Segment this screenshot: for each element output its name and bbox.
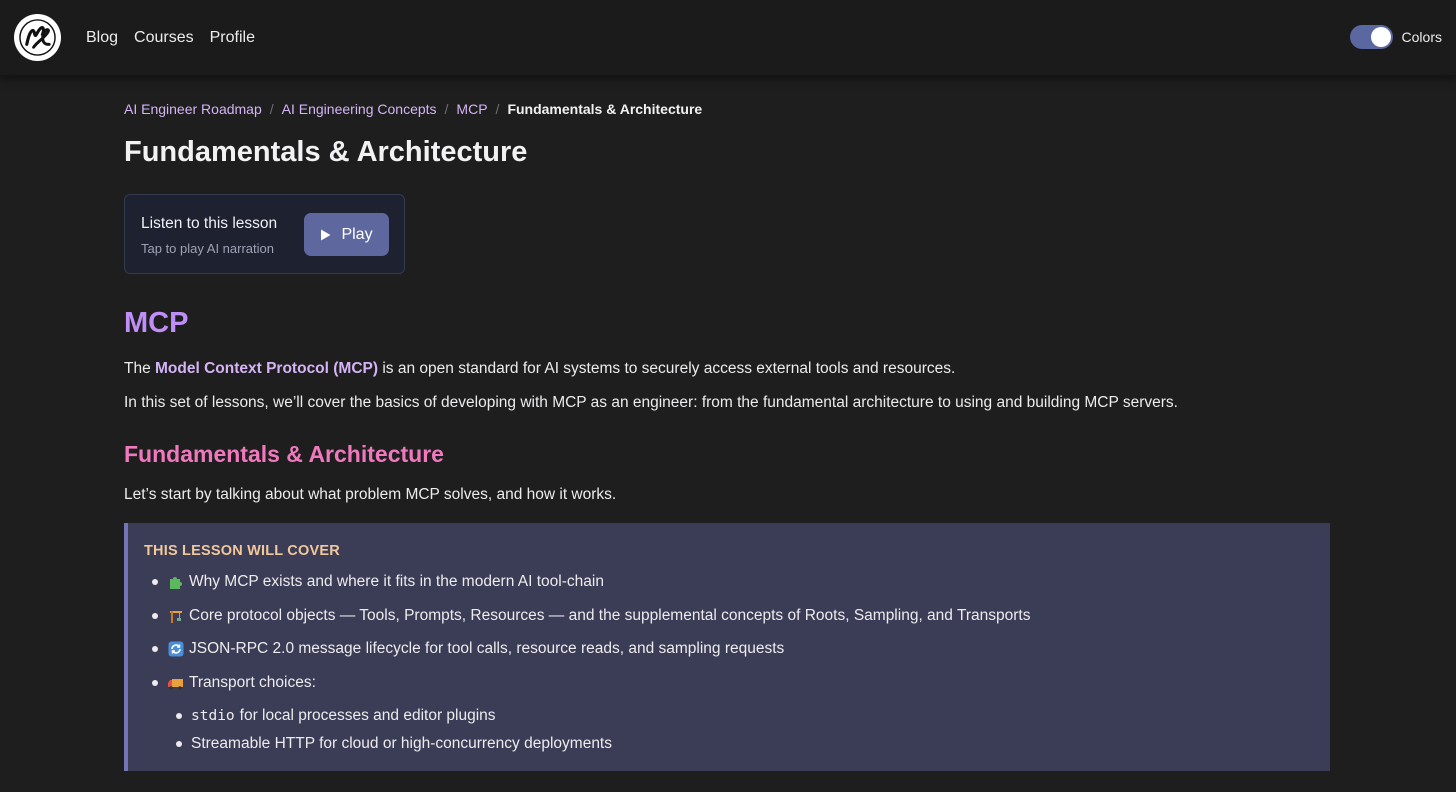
breadcrumb-current: Fundamentals & Architecture bbox=[507, 101, 703, 117]
list-item: Why MCP exists and where it fits in the … bbox=[152, 573, 604, 591]
toggle-knob bbox=[1370, 27, 1391, 47]
breadcrumb: AI Engineer Roadmap / AI Engineering Con… bbox=[124, 101, 702, 117]
list-subitem-text: for local processes and editor plugins bbox=[239, 707, 496, 724]
inline-code: stdio bbox=[191, 708, 235, 724]
play-icon bbox=[321, 229, 331, 240]
truck-icon bbox=[167, 675, 184, 692]
breadcrumb-link-concepts[interactable]: AI Engineering Concepts bbox=[282, 101, 437, 117]
colors-toggle-group: Colors bbox=[1349, 23, 1442, 51]
page-title: Fundamentals & Architecture bbox=[124, 136, 528, 168]
list-item-text: Transport choices: bbox=[189, 674, 316, 691]
list-item: Transport choices: bbox=[152, 674, 316, 692]
bullet bbox=[152, 680, 158, 686]
logo-monogram-icon bbox=[19, 19, 56, 56]
intro-suffix: is an open standard for AI systems to se… bbox=[378, 360, 956, 377]
bullet bbox=[152, 613, 158, 619]
colors-toggle-label: Colors bbox=[1401, 29, 1442, 45]
play-button-label: Play bbox=[341, 225, 373, 243]
overview-paragraph: In this set of lessons, we’ll cover the … bbox=[124, 394, 1178, 411]
audio-lesson-card: Listen to this lesson Tap to play AI nar… bbox=[124, 194, 405, 274]
nav-blog-link[interactable]: Blog bbox=[86, 29, 118, 47]
bullet bbox=[176, 741, 182, 747]
audio-card-subtitle: Tap to play AI narration bbox=[141, 241, 274, 256]
cycle-icon bbox=[167, 641, 184, 658]
breadcrumb-link-mcp[interactable]: MCP bbox=[456, 101, 487, 117]
section-heading-fundamentals: Fundamentals & Architecture bbox=[124, 441, 444, 467]
construction-icon bbox=[167, 608, 184, 625]
breadcrumb-link-roadmap[interactable]: AI Engineer Roadmap bbox=[124, 101, 262, 117]
section-heading-mcp: MCP bbox=[124, 307, 189, 339]
main-nav: Blog Courses Profile bbox=[86, 0, 255, 76]
intro-paragraph: The Model Context Protocol (MCP) is an o… bbox=[124, 360, 955, 378]
mcp-term-link: Model Context Protocol (MCP) bbox=[155, 360, 379, 377]
top-navbar: Blog Courses Profile Colors bbox=[0, 0, 1456, 76]
list-item: Core protocol objects — Tools, Prompts, … bbox=[152, 607, 1030, 625]
audio-card-title: Listen to this lesson bbox=[141, 215, 278, 232]
bullet bbox=[152, 579, 158, 585]
list-subitem: stdio for local processes and editor plu… bbox=[176, 707, 496, 725]
colors-toggle[interactable] bbox=[1349, 25, 1393, 49]
list-item-text: Why MCP exists and where it fits in the … bbox=[189, 573, 604, 590]
callout-title: THIS LESSON WILL COVER bbox=[144, 543, 340, 559]
fundamentals-intro-paragraph: Let’s start by talking about what proble… bbox=[124, 486, 617, 503]
list-item-text: JSON-RPC 2.0 message lifecycle for tool … bbox=[189, 640, 785, 657]
nav-profile-link[interactable]: Profile bbox=[210, 29, 255, 47]
breadcrumb-separator: / bbox=[444, 101, 449, 117]
list-subitem: Streamable HTTP for cloud or high-concur… bbox=[176, 735, 612, 753]
site-logo[interactable] bbox=[14, 14, 61, 61]
nav-courses-link[interactable]: Courses bbox=[134, 29, 194, 47]
lesson-cover-callout: THIS LESSON WILL COVER Why MCP exists an… bbox=[124, 523, 1330, 771]
puzzle-icon bbox=[167, 574, 184, 591]
breadcrumb-separator: / bbox=[495, 101, 500, 117]
list-item: JSON-RPC 2.0 message lifecycle for tool … bbox=[152, 640, 784, 658]
breadcrumb-separator: / bbox=[269, 101, 274, 117]
play-button[interactable]: Play bbox=[304, 213, 389, 256]
bullet bbox=[176, 713, 182, 719]
list-subitem-text: Streamable HTTP for cloud or high-concur… bbox=[191, 735, 612, 752]
list-item-text: Core protocol objects — Tools, Prompts, … bbox=[189, 607, 1031, 624]
bullet bbox=[152, 646, 158, 652]
intro-prefix: The bbox=[124, 360, 156, 377]
